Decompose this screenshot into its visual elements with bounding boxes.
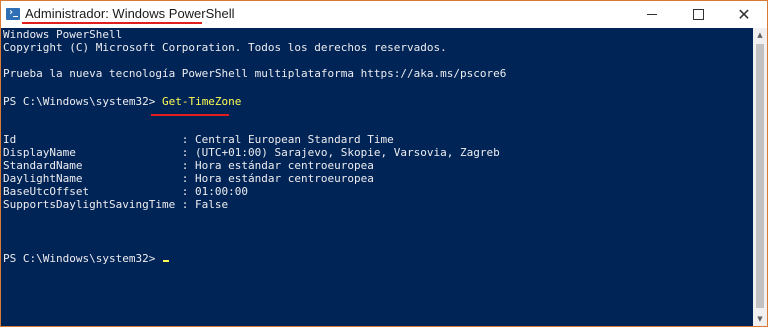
prompt-text: PS C:\Windows\system32> <box>3 252 162 265</box>
pscore-info-line: Prueba la nueva tecnología PowerShell mu… <box>3 67 507 80</box>
output-row: StandardName : Hora estándar centroeurop… <box>3 159 374 172</box>
maximize-icon <box>692 9 704 20</box>
window-title: Administrador: Windows PowerShell <box>25 6 235 21</box>
minimize-icon <box>647 14 657 15</box>
copyright-line: Copyright (C) Microsoft Corporation. Tod… <box>3 41 447 54</box>
minimize-button[interactable] <box>629 1 675 28</box>
output-row: DaylightName : Hora estándar centroeurop… <box>3 172 374 185</box>
scroll-down-icon[interactable]: ▼ <box>753 312 767 326</box>
scroll-thumb[interactable] <box>756 44 764 308</box>
title-highlight-underline <box>22 22 202 24</box>
close-button[interactable]: ✕ <box>721 1 767 28</box>
output-row: SupportsDaylightSavingTime : False <box>3 198 229 211</box>
output-row: BaseUtcOffset : 01:00:00 <box>3 185 249 198</box>
console-output[interactable]: Windows PowerShell Copyright (C) Microso… <box>1 28 753 326</box>
vertical-scrollbar[interactable]: ▲ ▼ <box>753 28 767 326</box>
powershell-icon[interactable]: › <box>6 7 20 20</box>
prompt-line-2: PS C:\Windows\system32> <box>3 252 169 265</box>
command-text: Get-TimeZone <box>161 95 242 108</box>
header-line: Windows PowerShell <box>3 28 123 41</box>
prompt-line-1: PS C:\Windows\system32> Get-TimeZone <box>3 95 241 108</box>
powershell-window: › Administrador: Windows PowerShell ✕ Wi… <box>0 0 768 327</box>
output-row: DisplayName : (UTC+01:00) Sarajevo, Skop… <box>3 146 500 159</box>
maximize-button[interactable] <box>675 1 721 28</box>
close-icon: ✕ <box>737 4 751 24</box>
output-row: Id : Central European Standard Time <box>3 133 394 146</box>
text-cursor <box>162 260 169 262</box>
command-highlight-underline <box>151 114 229 116</box>
title-bar[interactable]: › Administrador: Windows PowerShell ✕ <box>1 1 767 28</box>
prompt-text: PS C:\Windows\system32> <box>3 95 162 108</box>
scroll-up-icon[interactable]: ▲ <box>753 28 767 42</box>
